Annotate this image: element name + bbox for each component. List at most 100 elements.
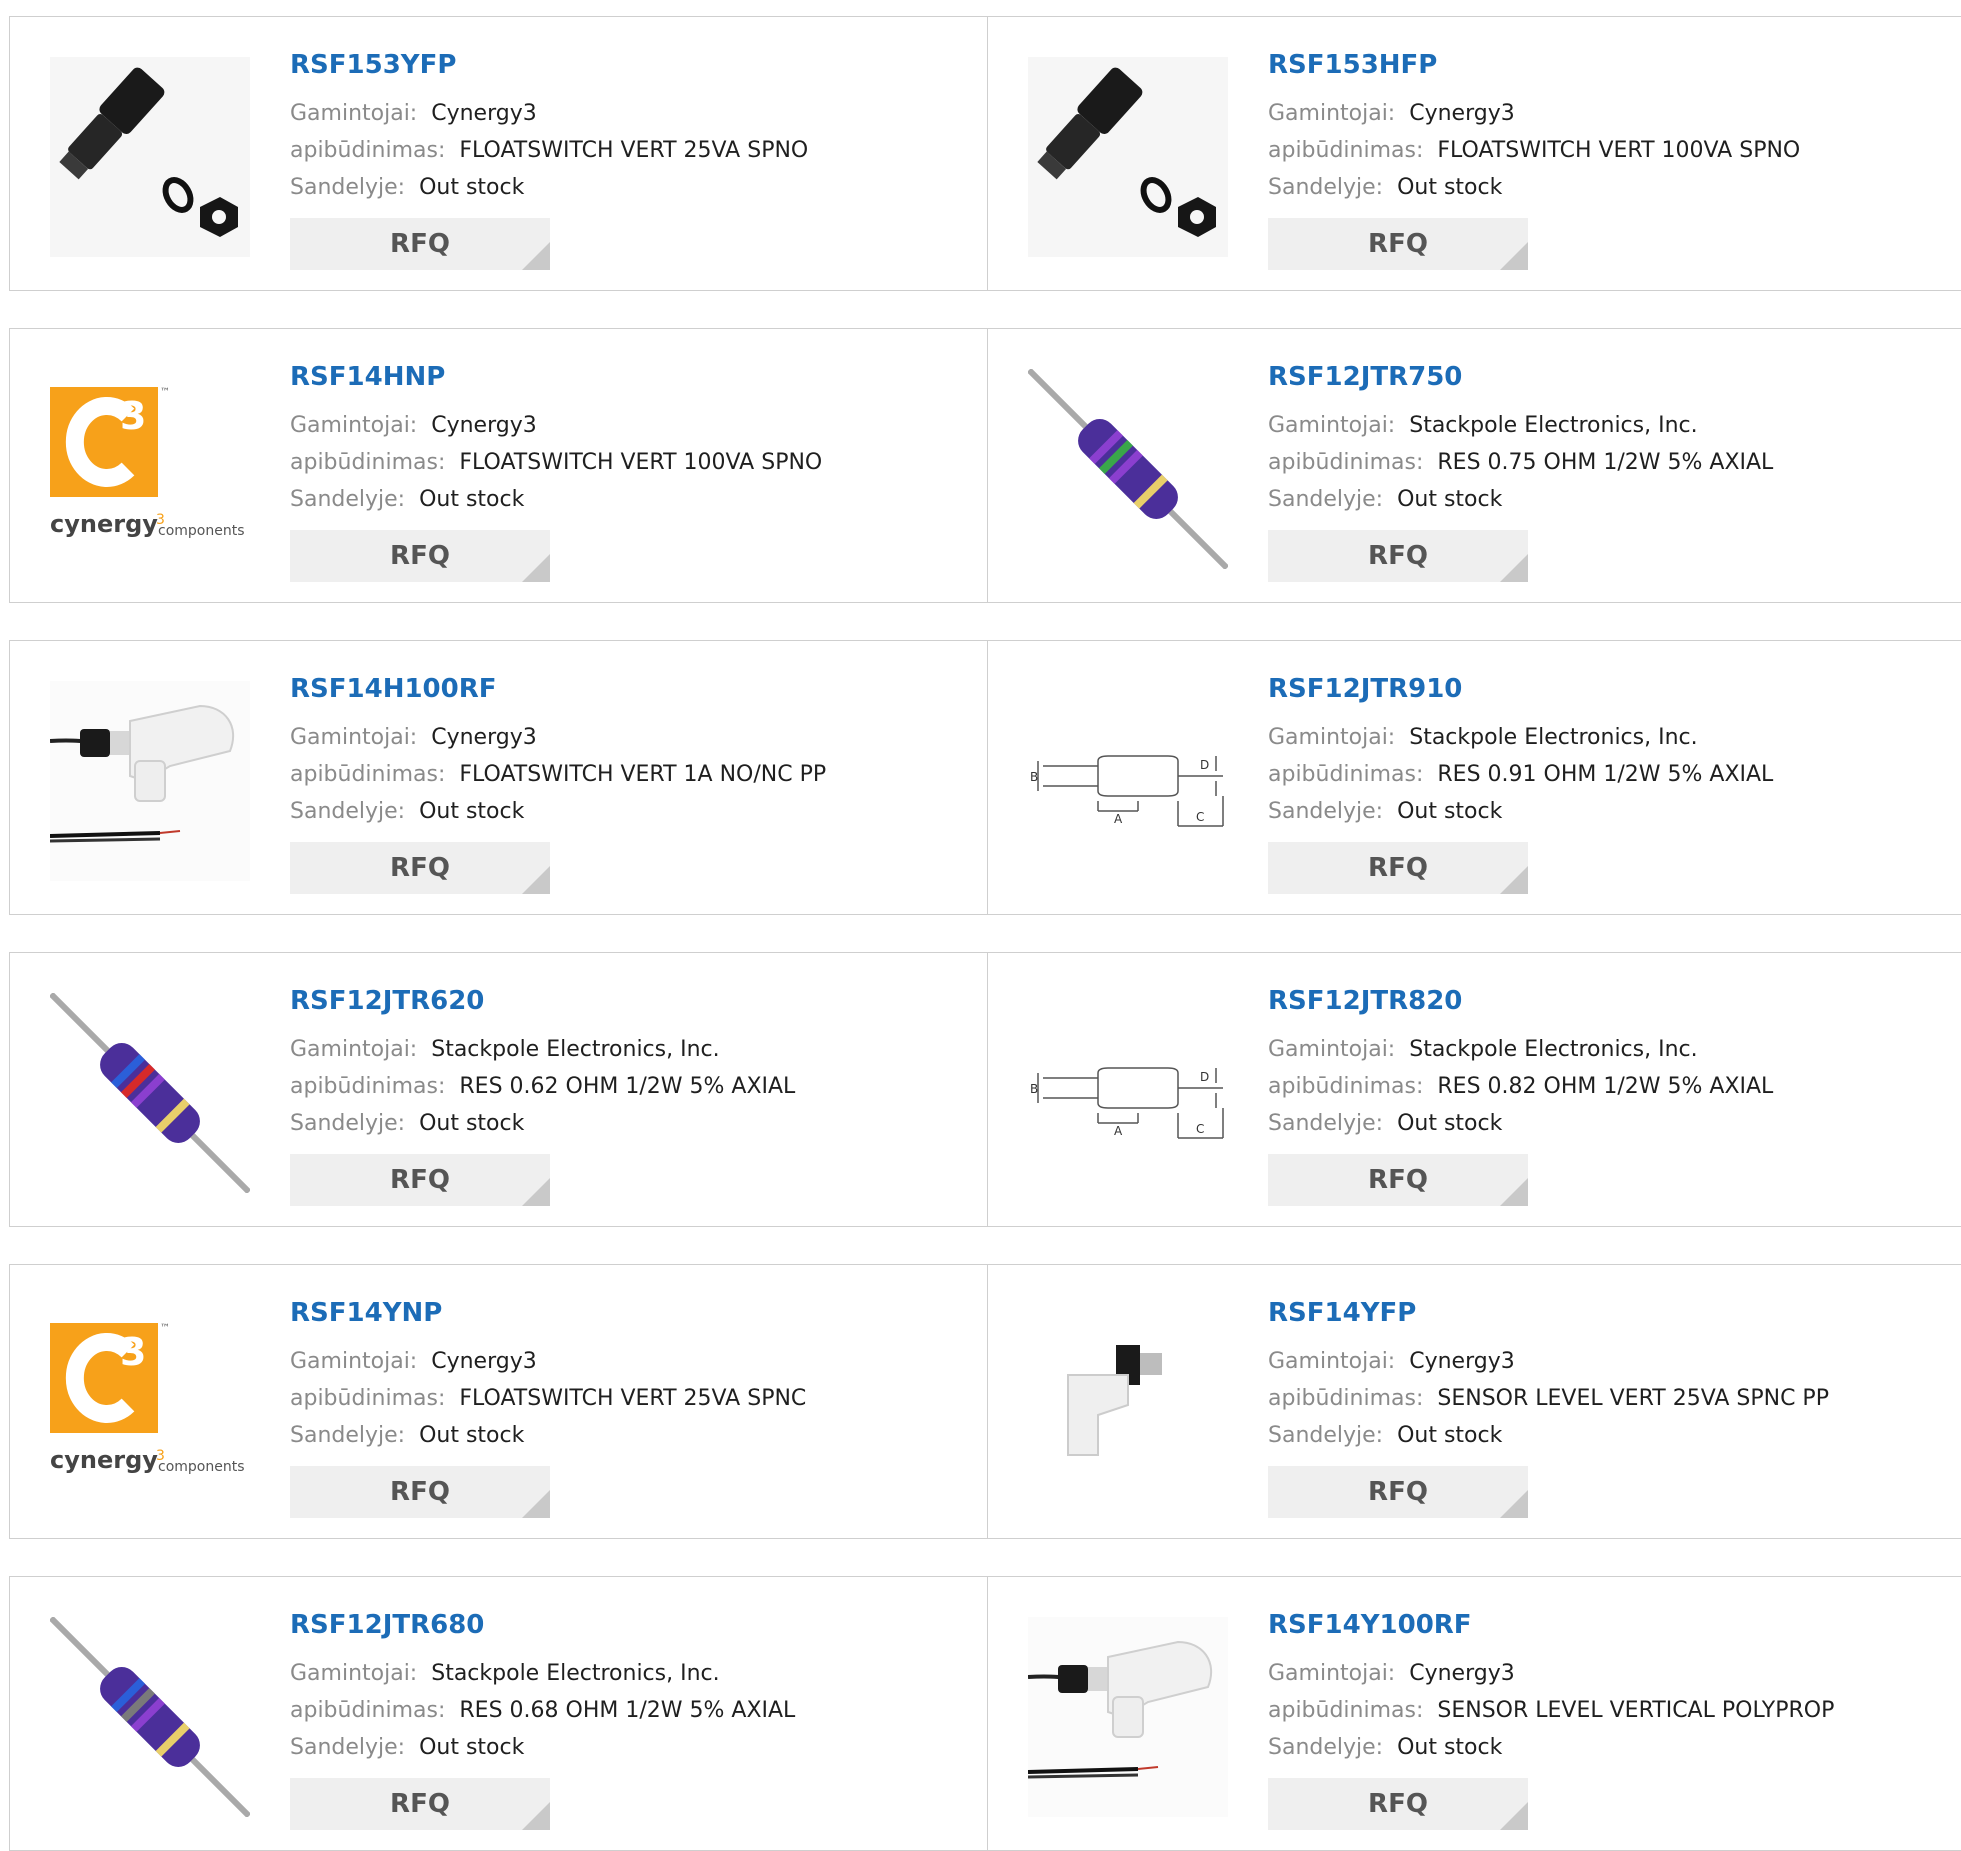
description-value: RES 0.82 OHM 1/2W 5% AXIAL: [1437, 1074, 1774, 1099]
rfq-button[interactable]: RFQ: [1268, 1778, 1528, 1830]
product-row: RSF12JTR680 Gamintojai: Stackpole Electro…: [9, 1576, 1961, 1851]
product-row: RSF153YFP Gamintojai: Cynergy3 apibūdinim…: [9, 16, 1961, 291]
stock-label: Sandelyje:: [1268, 799, 1384, 824]
part-number-link[interactable]: RSF12JTR820: [1268, 983, 1773, 1019]
stock-value: Out stock: [419, 487, 525, 512]
rfq-button[interactable]: RFQ: [1268, 842, 1528, 894]
product-card: RSF12JTR680 Gamintojai: Stackpole Electro…: [10, 1577, 987, 1850]
manufacturer-label: Gamintojai:: [1268, 1661, 1396, 1686]
rfq-button[interactable]: RFQ: [1268, 1154, 1528, 1206]
manufacturer-label: Gamintojai:: [290, 101, 418, 126]
manufacturer-row: Gamintojai: Cynergy3: [1268, 1655, 1834, 1692]
part-number-link[interactable]: RSF14HNP: [290, 359, 822, 395]
part-number-link[interactable]: RSF12JTR620: [290, 983, 795, 1019]
stock-row: Sandelyje: Out stock: [290, 793, 826, 830]
stock-row: Sandelyje: Out stock: [1268, 793, 1773, 830]
product-row: 3 ™ cynergy 3 components RSF14HNP Gamint…: [9, 328, 1961, 603]
cynergy3-logo[interactable]: 3 ™ cynergy 3 components: [50, 1305, 250, 1505]
part-number-link[interactable]: RSF12JTR750: [1268, 359, 1773, 395]
floatswitch-white-icon[interactable]: [1028, 1617, 1228, 1817]
manufacturer-value: Cynergy3: [431, 101, 537, 126]
product-card: 3 ™ cynergy 3 components RSF14HNP Gamint…: [10, 329, 987, 602]
stock-label: Sandelyje:: [1268, 1735, 1384, 1760]
stock-row: Sandelyje: Out stock: [290, 1105, 795, 1142]
manufacturer-label: Gamintojai:: [1268, 1037, 1396, 1062]
stock-value: Out stock: [1397, 487, 1503, 512]
rfq-button[interactable]: RFQ: [290, 1466, 550, 1518]
rfq-label: RFQ: [1368, 1477, 1428, 1507]
manufacturer-value: Cynergy3: [431, 413, 537, 438]
rfq-button[interactable]: RFQ: [290, 1778, 550, 1830]
stock-value: Out stock: [1397, 175, 1503, 200]
rfq-button[interactable]: RFQ: [1268, 530, 1528, 582]
stock-value: Out stock: [419, 175, 525, 200]
product-card: RSF14Y100RF Gamintojai: Cynergy3 apibūdin…: [987, 1577, 1961, 1850]
rfq-button[interactable]: RFQ: [1268, 218, 1528, 270]
part-number-link[interactable]: RSF12JTR910: [1268, 671, 1773, 707]
product-info: RSF14H100RF Gamintojai: Cynergy3 apibūdin…: [290, 671, 826, 894]
description-value: RES 0.75 OHM 1/2W 5% AXIAL: [1437, 450, 1774, 475]
resistor-diagram-icon[interactable]: B A C D: [1028, 681, 1228, 881]
stock-row: Sandelyje: Out stock: [1268, 169, 1800, 206]
resistor-icon[interactable]: [1028, 369, 1228, 569]
product-info: RSF12JTR820 Gamintojai: Stackpole Electro…: [1268, 983, 1773, 1206]
stock-value: Out stock: [1397, 1735, 1503, 1760]
description-label: apibūdinimas:: [290, 1074, 446, 1099]
resistor-icon[interactable]: [50, 1617, 250, 1817]
manufacturer-value: Cynergy3: [1409, 101, 1515, 126]
product-row: RSF14H100RF Gamintojai: Cynergy3 apibūdin…: [9, 640, 1961, 915]
part-number-link[interactable]: RSF14Y100RF: [1268, 1607, 1834, 1643]
product-row: RSF12JTR620 Gamintojai: Stackpole Electro…: [9, 952, 1961, 1227]
rfq-button[interactable]: RFQ: [290, 218, 550, 270]
part-number-link[interactable]: RSF14H100RF: [290, 671, 826, 707]
product-grid: RSF153YFP Gamintojai: Cynergy3 apibūdinim…: [0, 0, 1961, 1851]
manufacturer-label: Gamintojai:: [290, 413, 418, 438]
resistor-diagram-icon[interactable]: B A C D: [1028, 993, 1228, 1193]
rfq-corner-decoration: [522, 242, 550, 270]
stock-row: Sandelyje: Out stock: [1268, 1729, 1834, 1766]
stock-row: Sandelyje: Out stock: [1268, 1417, 1829, 1454]
part-number-link[interactable]: RSF153YFP: [290, 47, 808, 83]
stock-label: Sandelyje:: [290, 799, 406, 824]
manufacturer-value: Stackpole Electronics, Inc.: [431, 1661, 720, 1686]
manufacturer-label: Gamintojai:: [290, 1037, 418, 1062]
rfq-button[interactable]: RFQ: [290, 530, 550, 582]
product-info: RSF14HNP Gamintojai: Cynergy3 apibūdinima…: [290, 359, 822, 582]
part-number-link[interactable]: RSF12JTR680: [290, 1607, 795, 1643]
svg-text:™: ™: [160, 387, 170, 398]
product-card: RSF14YFP Gamintojai: Cynergy3 apibūdinima…: [987, 1265, 1961, 1538]
floatswitch-black-icon[interactable]: [1028, 57, 1228, 257]
product-card: RSF153HFP Gamintojai: Cynergy3 apibūdinim…: [987, 17, 1961, 290]
rfq-button[interactable]: RFQ: [1268, 1466, 1528, 1518]
stock-value: Out stock: [1397, 1423, 1503, 1448]
rfq-button[interactable]: RFQ: [290, 842, 550, 894]
level-sensor-icon[interactable]: [1028, 1305, 1228, 1505]
product-info: RSF14YFP Gamintojai: Cynergy3 apibūdinima…: [1268, 1295, 1829, 1518]
floatswitch-white-icon[interactable]: [50, 681, 250, 881]
description-value: FLOATSWITCH VERT 25VA SPNC: [459, 1386, 807, 1411]
product-info: RSF12JTR680 Gamintojai: Stackpole Electro…: [290, 1607, 795, 1830]
manufacturer-row: Gamintojai: Cynergy3: [290, 95, 808, 132]
resistor-icon[interactable]: [50, 993, 250, 1193]
rfq-label: RFQ: [390, 541, 450, 571]
floatswitch-black-icon[interactable]: [50, 57, 250, 257]
rfq-corner-decoration: [1500, 866, 1528, 894]
stock-row: Sandelyje: Out stock: [290, 169, 808, 206]
svg-text:B: B: [1030, 1082, 1038, 1096]
part-number-link[interactable]: RSF153HFP: [1268, 47, 1800, 83]
product-card: RSF12JTR620 Gamintojai: Stackpole Electro…: [10, 953, 987, 1226]
stock-label: Sandelyje:: [290, 487, 406, 512]
description-label: apibūdinimas:: [290, 762, 446, 787]
description-row: apibūdinimas: RES 0.68 OHM 1/2W 5% AXIAL: [290, 1692, 795, 1729]
rfq-corner-decoration: [1500, 1178, 1528, 1206]
rfq-button[interactable]: RFQ: [290, 1154, 550, 1206]
cynergy3-logo[interactable]: 3 ™ cynergy 3 components: [50, 369, 250, 569]
part-number-link[interactable]: RSF14YNP: [290, 1295, 806, 1331]
stock-label: Sandelyje:: [1268, 175, 1384, 200]
svg-text:A: A: [1114, 1124, 1123, 1138]
description-row: apibūdinimas: RES 0.91 OHM 1/2W 5% AXIAL: [1268, 756, 1773, 793]
manufacturer-value: Cynergy3: [431, 1349, 537, 1374]
part-number-link[interactable]: RSF14YFP: [1268, 1295, 1829, 1331]
stock-value: Out stock: [1397, 799, 1503, 824]
description-value: RES 0.68 OHM 1/2W 5% AXIAL: [459, 1698, 796, 1723]
